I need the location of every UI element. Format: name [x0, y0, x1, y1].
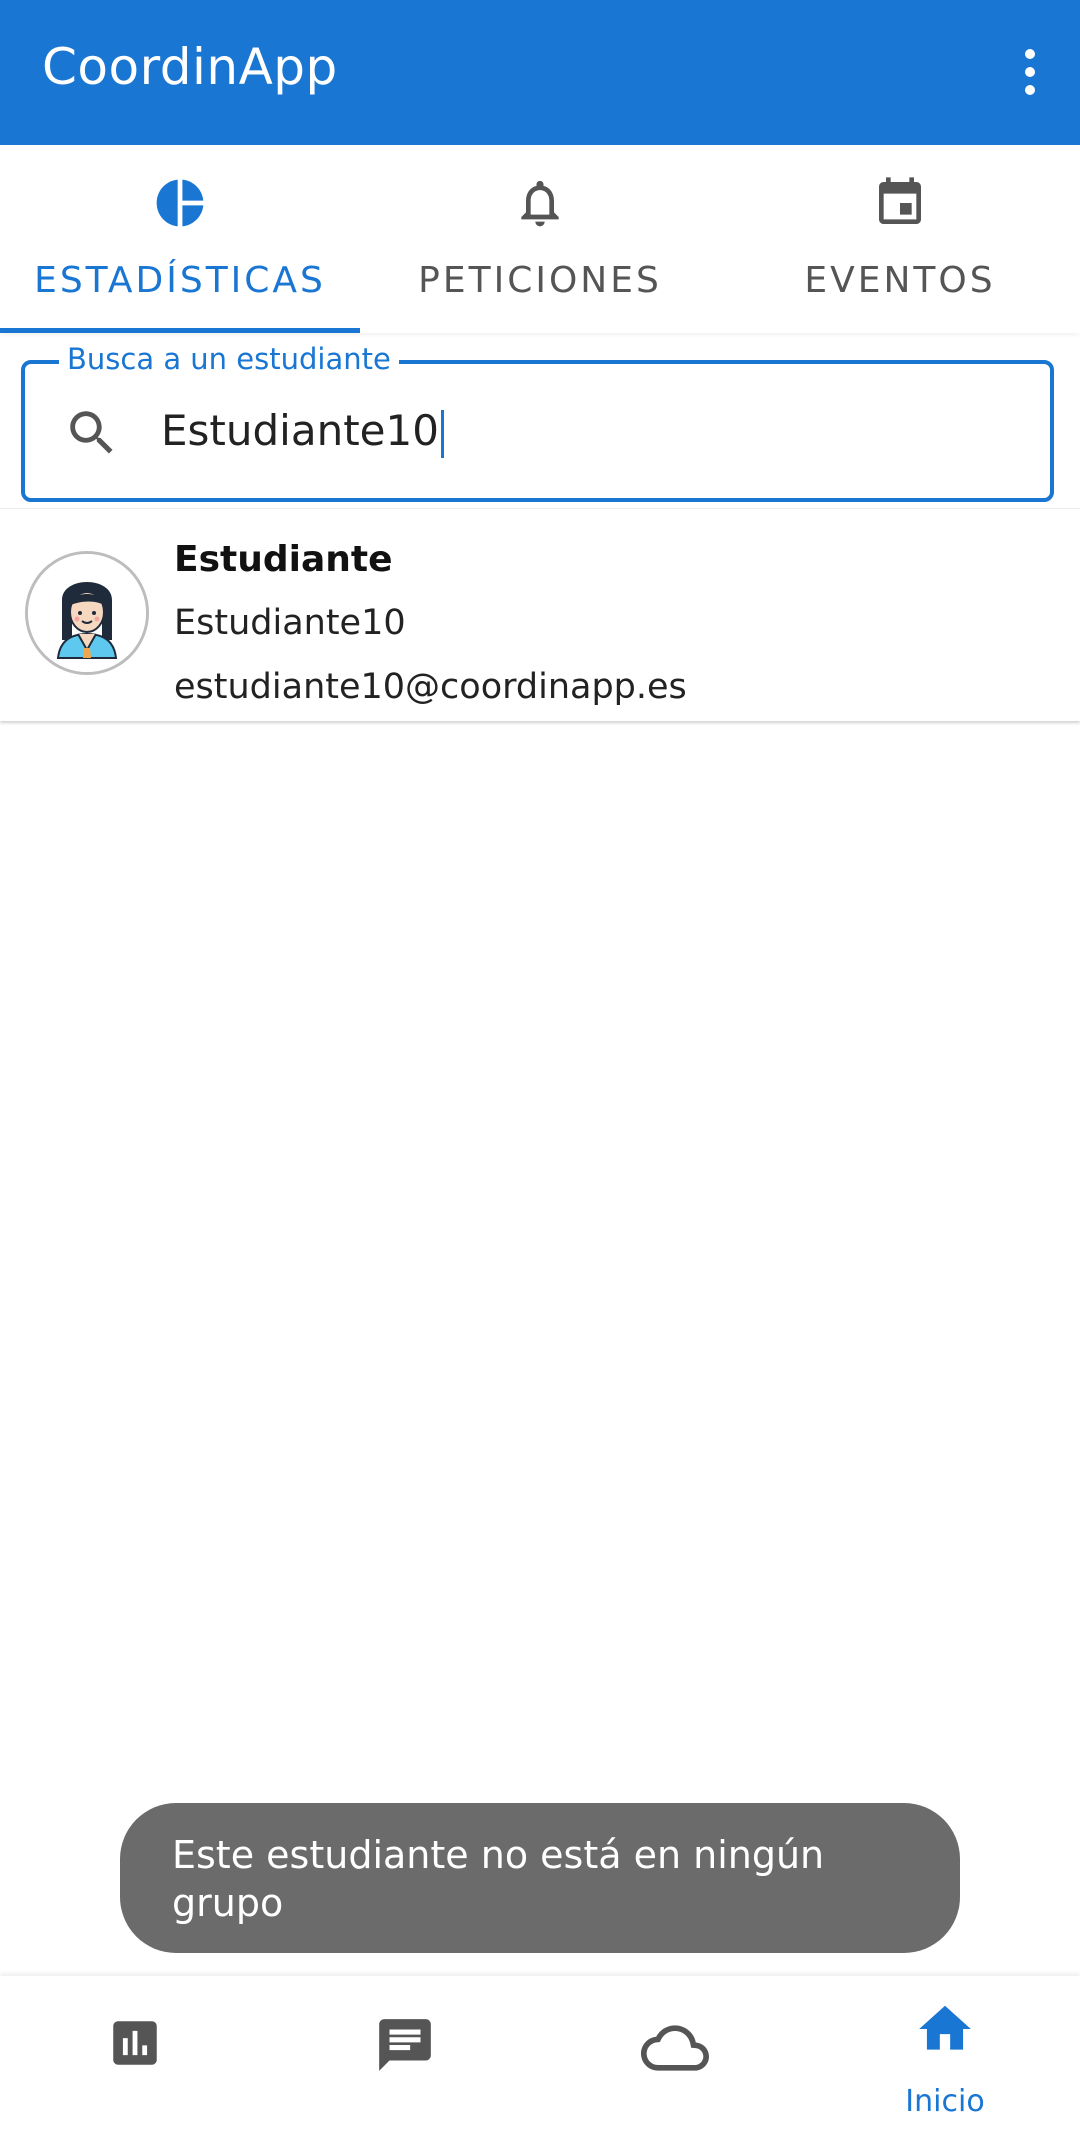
tab-indicator	[0, 328, 360, 333]
chat-icon	[379, 2019, 431, 2071]
tab-bar: ESTADÍSTICAS PETICIONES EVENTOS	[0, 145, 1080, 333]
bottom-navigation: Inicio	[0, 1976, 1080, 2129]
home-icon	[919, 2005, 971, 2050]
cloud-icon	[641, 2025, 709, 2071]
tab-peticiones[interactable]: PETICIONES	[360, 145, 720, 333]
nav-item-cloud[interactable]	[540, 1976, 810, 2129]
bar-chart-icon	[113, 2021, 157, 2065]
nav-item-chat[interactable]	[270, 1976, 540, 2129]
nav-item-label: Inicio	[905, 2084, 985, 2119]
app-bar: CoordinApp	[0, 0, 1080, 145]
result-email: estudiante10@coordinapp.es	[174, 667, 687, 707]
student-avatar-icon	[25, 551, 149, 675]
search-field-label: Busca a un estudiante	[59, 342, 399, 376]
result-username: Estudiante10	[174, 603, 406, 643]
app-title: CoordinApp	[42, 38, 338, 96]
result-role: Estudiante	[174, 539, 393, 580]
bell-icon	[521, 180, 559, 227]
search-icon	[70, 411, 113, 454]
search-input-value: Estudiante10	[161, 406, 439, 455]
student-search-field[interactable]: Busca a un estudiante Estudiante10	[21, 342, 1054, 502]
calendar-icon	[879, 177, 921, 224]
text-caret	[440, 409, 444, 458]
nav-item-statistics[interactable]	[0, 1976, 270, 2129]
nav-item-home[interactable]: Inicio	[810, 1976, 1080, 2129]
pie-chart-icon	[156, 179, 204, 227]
tab-label: PETICIONES	[418, 260, 662, 301]
tab-label: EVENTOS	[804, 260, 996, 301]
tab-estadisticas[interactable]: ESTADÍSTICAS	[0, 145, 360, 333]
student-result-card[interactable]: Estudiante Estudiante10 estudiante10@coo…	[0, 508, 1080, 721]
toast-message: Este estudiante no está en ningún grupo	[120, 1803, 960, 1953]
search-input[interactable]: Estudiante10	[161, 406, 444, 458]
tab-label: ESTADÍSTICAS	[34, 260, 326, 301]
more-vert-icon[interactable]	[1000, 40, 1060, 104]
tab-eventos[interactable]: EVENTOS	[720, 145, 1080, 333]
